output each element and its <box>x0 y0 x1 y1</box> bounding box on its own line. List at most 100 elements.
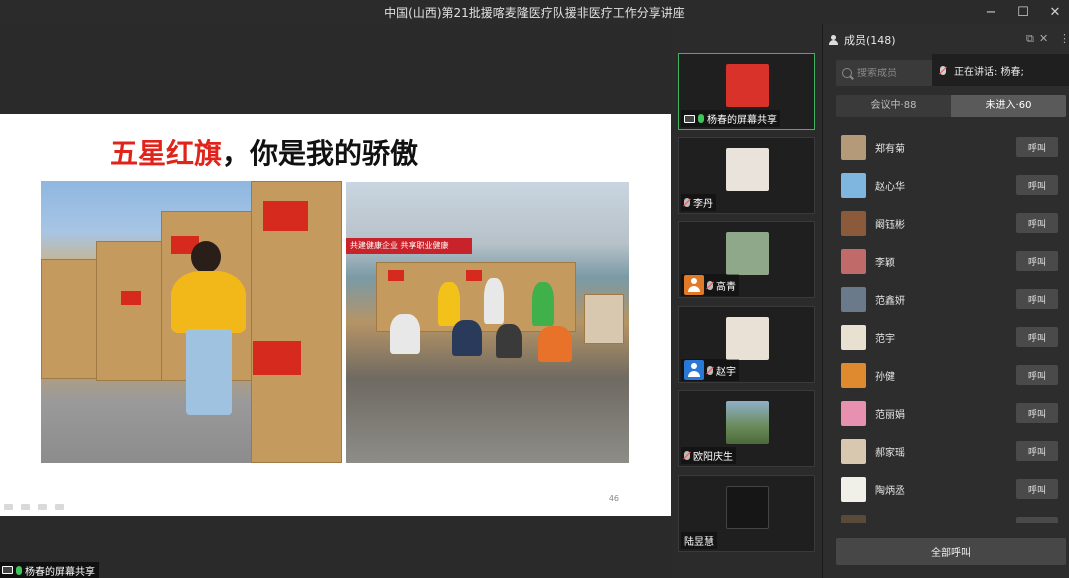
video-tile[interactable]: 赵宇 <box>678 306 815 383</box>
minimize-icon[interactable]: − <box>976 0 1006 24</box>
avatar <box>841 172 866 198</box>
avatar <box>841 286 866 312</box>
call-button[interactable]: 呼叫 <box>1016 327 1058 347</box>
avatar <box>841 134 866 160</box>
presentation-slide: 五星红旗，你是我的骄傲 共建健康企业 共享职业健康 46 <box>0 114 671 516</box>
panel-close-icon[interactable]: ✕ <box>1039 32 1048 45</box>
user-badge-icon <box>684 275 704 295</box>
list-item: 范宇 呼叫 <box>836 318 1066 356</box>
member-name: 陶炳丞 <box>875 485 905 497</box>
tile-name-label: 陆昱慧 <box>681 532 717 549</box>
call-button[interactable]: 呼叫 <box>1016 479 1058 499</box>
call-button[interactable]: 呼叫 <box>1016 175 1058 195</box>
avatar <box>841 324 866 350</box>
member-name: 孙健 <box>875 371 895 383</box>
tile-name: 欧阳庆生 <box>693 452 733 463</box>
call-button[interactable]: 呼叫 <box>1016 251 1058 271</box>
search-icon <box>842 68 852 78</box>
avatar <box>841 476 866 502</box>
avatar <box>841 514 866 523</box>
window-title: 中国(山西)第21批援喀麦隆医疗队援非医疗工作分享讲座 <box>384 6 685 20</box>
screen-share-area[interactable]: 五星红旗，你是我的骄傲 共建健康企业 共享职业健康 46 杨春的屏幕共享 <box>0 24 672 578</box>
member-tabs: 会议中·88 未进入·60 <box>836 95 1066 117</box>
title-bar: 中国(山西)第21批援喀麦隆医疗队援非医疗工作分享讲座 − ☐ ✕ <box>0 0 1069 24</box>
mic-muted-icon <box>684 451 690 460</box>
members-panel: 成员(148) ⧉ ✕ ⋮ 正在讲话: 杨春; 会议中·88 未进入·60 郑有… <box>822 24 1069 578</box>
video-tile[interactable]: 陆昱慧 <box>678 475 815 552</box>
avatar <box>726 148 769 191</box>
mic-muted-icon <box>707 365 713 375</box>
pen-icon[interactable] <box>21 504 30 510</box>
member-name: 赵心华 <box>875 181 905 193</box>
next-slide-icon[interactable] <box>55 504 64 510</box>
list-item: 范丽娟 呼叫 <box>836 394 1066 432</box>
avatar <box>841 248 866 274</box>
avatar <box>726 232 769 275</box>
list-item: 范鑫妍 呼叫 <box>836 280 1066 318</box>
avatar <box>841 210 866 236</box>
member-list: 郑有菊 呼叫 赵心华 呼叫 阚钰彬 呼叫 李颖 呼叫 范鑫妍 呼叫 范宇 呼叫 孙健 呼叫 范… <box>836 128 1066 523</box>
member-name: 郝家瑶 <box>875 447 905 459</box>
speaking-text: 正在讲话: 杨春; <box>954 66 1024 78</box>
video-tile[interactable]: 杨春的屏幕共享 <box>678 53 815 130</box>
speaking-indicator: 正在讲话: 杨春; <box>932 54 1069 86</box>
tile-name-label: 欧阳庆生 <box>681 447 736 464</box>
mic-on-icon <box>698 114 704 123</box>
slide-title: 五星红旗，你是我的骄傲 <box>110 132 418 172</box>
member-name: 李颖 <box>875 257 895 269</box>
video-tile[interactable]: 欧阳庆生 <box>678 390 815 467</box>
slide-photo-team: 共建健康企业 共享职业健康 <box>346 182 629 463</box>
tab-in-meeting[interactable]: 会议中·88 <box>836 95 951 117</box>
tile-name-label: 高青 <box>681 274 739 296</box>
call-button[interactable]: 呼叫 <box>1016 289 1058 309</box>
video-tile[interactable]: 李丹 <box>678 137 815 214</box>
call-button[interactable]: 呼叫 <box>1016 213 1058 233</box>
call-button[interactable]: 呼叫 <box>1016 441 1058 461</box>
tile-name: 陆昱慧 <box>684 537 714 548</box>
tab-not-joined[interactable]: 未进入·60 <box>951 95 1066 117</box>
avatar <box>841 362 866 388</box>
call-button[interactable]: 呼叫 <box>1016 365 1058 385</box>
tile-name: 杨春的屏幕共享 <box>707 115 777 126</box>
mic-muted-icon <box>684 198 690 207</box>
avatar <box>841 400 866 426</box>
panel-menu-icon[interactable]: ⋮ <box>1059 32 1069 45</box>
slide-toolbar <box>4 504 64 510</box>
pop-out-icon[interactable]: ⧉ <box>1026 32 1034 46</box>
avatar <box>841 438 866 464</box>
user-badge-icon <box>684 360 704 380</box>
avatar <box>726 486 769 529</box>
member-search[interactable] <box>836 60 936 86</box>
list-item: 郝家瑶 呼叫 <box>836 432 1066 470</box>
call-button[interactable]: 呼叫 <box>1016 403 1058 423</box>
tile-name-label: 赵宇 <box>681 359 739 381</box>
avatar <box>726 64 769 107</box>
maximize-icon[interactable]: ☐ <box>1008 0 1038 24</box>
member-name: 范丽娟 <box>875 409 905 421</box>
member-name: 郑有菊 <box>875 143 905 155</box>
member-name: 范鑫妍 <box>875 295 905 307</box>
call-button[interactable]: 呼叫 <box>1016 137 1058 157</box>
search-input[interactable] <box>857 67 927 79</box>
screen-share-icon <box>684 114 695 123</box>
tile-name: 赵宇 <box>716 366 736 378</box>
slide-page-number: 46 <box>608 494 619 503</box>
list-item: 陶炳丞 呼叫 <box>836 470 1066 508</box>
call-all-button[interactable]: 全部呼叫 <box>836 538 1066 565</box>
tile-name: 高青 <box>716 281 736 293</box>
call-button[interactable]: 呼叫 <box>1016 517 1058 523</box>
list-item: 呼叫 <box>836 508 1066 523</box>
slide-title-rest: ，你是我的骄傲 <box>222 137 419 170</box>
list-item: 郑有菊 呼叫 <box>836 128 1066 166</box>
speaker-mic-icon <box>940 65 946 75</box>
prev-slide-icon[interactable] <box>4 504 13 510</box>
member-name: 阚钰彬 <box>875 219 905 231</box>
video-tile[interactable]: 高青 <box>678 221 815 298</box>
mic-on-icon <box>16 565 22 575</box>
close-icon[interactable]: ✕ <box>1040 0 1069 24</box>
list-item: 赵心华 呼叫 <box>836 166 1066 204</box>
tile-name: 李丹 <box>693 199 713 210</box>
menu-icon[interactable] <box>38 504 47 510</box>
tile-name-label: 杨春的屏幕共享 <box>681 110 780 127</box>
meeting-app: 中国(山西)第21批援喀麦隆医疗队援非医疗工作分享讲座 − ☐ ✕ 五星红旗，你… <box>0 0 1069 578</box>
